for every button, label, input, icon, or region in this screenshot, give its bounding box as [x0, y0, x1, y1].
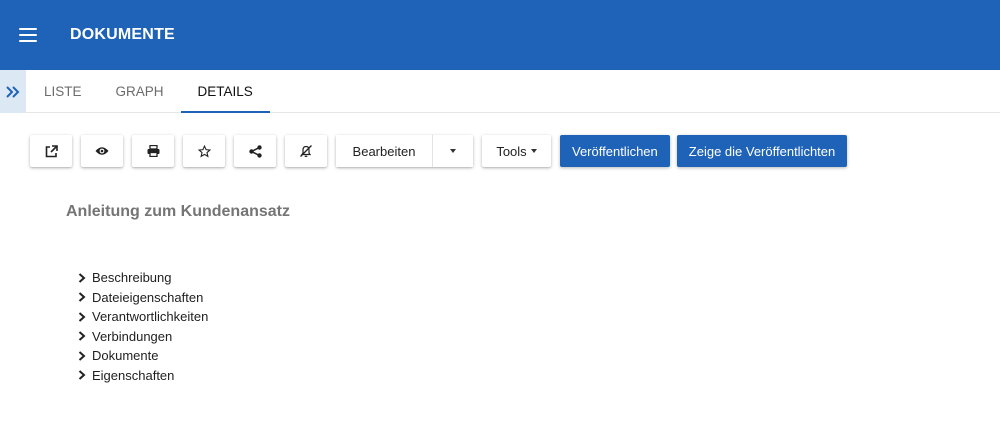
section-label: Eigenschaften: [92, 367, 175, 383]
section-label: Verbindungen: [92, 328, 173, 344]
document-toolbar: Bearbeiten Tools Veröffentlichen Zeige d…: [30, 135, 854, 167]
edit-dropdown-toggle[interactable]: [433, 135, 473, 167]
app-bar: DOKUMENTE: [0, 0, 1000, 70]
caret-down-icon: [450, 149, 456, 153]
chevron-right-icon: [78, 351, 92, 361]
hamburger-icon: [19, 28, 37, 42]
view-button[interactable]: [81, 135, 123, 167]
bell-off-icon: [300, 145, 312, 158]
tab-liste[interactable]: LISTE: [27, 70, 99, 112]
eye-icon: [95, 147, 109, 155]
notifications-off-button[interactable]: [285, 135, 327, 167]
section-label: Dokumente: [92, 348, 159, 364]
publish-button[interactable]: Veröffentlichen: [560, 135, 670, 167]
edit-button[interactable]: Bearbeiten: [336, 135, 433, 167]
chevron-right-icon: [78, 273, 92, 283]
document-title: Anleitung zum Kundenansatz: [66, 203, 290, 220]
section-list: Beschreibung Dateieigenschaften Verantwo…: [78, 268, 208, 385]
print-button[interactable]: [132, 135, 174, 167]
section-dokumente[interactable]: Dokumente: [78, 346, 208, 366]
tab-details[interactable]: DETAILS: [180, 70, 271, 113]
page-title: DOKUMENTE: [70, 26, 175, 43]
share-icon: [248, 144, 262, 158]
section-eigenschaften[interactable]: Eigenschaften: [78, 366, 208, 386]
show-published-button[interactable]: Zeige die Veröffentlichten: [676, 135, 848, 167]
chevron-right-icon: [78, 370, 92, 380]
chevron-right-icon: [78, 292, 92, 302]
open-external-button[interactable]: [30, 135, 72, 167]
tools-label: Tools: [496, 143, 527, 159]
menu-button[interactable]: [0, 0, 56, 70]
section-label: Dateieigenschaften: [92, 289, 204, 305]
chevron-right-icon: [78, 312, 92, 322]
favorite-button[interactable]: [183, 135, 225, 167]
section-label: Beschreibung: [92, 270, 172, 286]
section-verantwortlichkeiten[interactable]: Verantwortlichkeiten: [78, 307, 208, 327]
print-icon: [147, 145, 159, 157]
section-dateieigenschaften[interactable]: Dateieigenschaften: [78, 288, 208, 308]
external-link-icon: [45, 144, 58, 157]
chevron-right-icon: [78, 331, 92, 341]
caret-down-icon: [530, 149, 537, 153]
star-icon: [197, 144, 211, 157]
tools-dropdown-button[interactable]: Tools: [482, 135, 551, 167]
tab-bar: LISTE GRAPH DETAILS: [0, 70, 1000, 113]
section-verbindungen[interactable]: Verbindungen: [78, 327, 208, 347]
section-beschreibung[interactable]: Beschreibung: [78, 268, 208, 288]
share-button[interactable]: [234, 135, 276, 167]
double-chevron-right-icon: [6, 85, 20, 98]
section-label: Verantwortlichkeiten: [92, 309, 209, 325]
edit-split-button: Bearbeiten: [336, 135, 473, 167]
expand-sidebar-button[interactable]: [0, 70, 26, 113]
tab-graph[interactable]: GRAPH: [99, 70, 181, 112]
